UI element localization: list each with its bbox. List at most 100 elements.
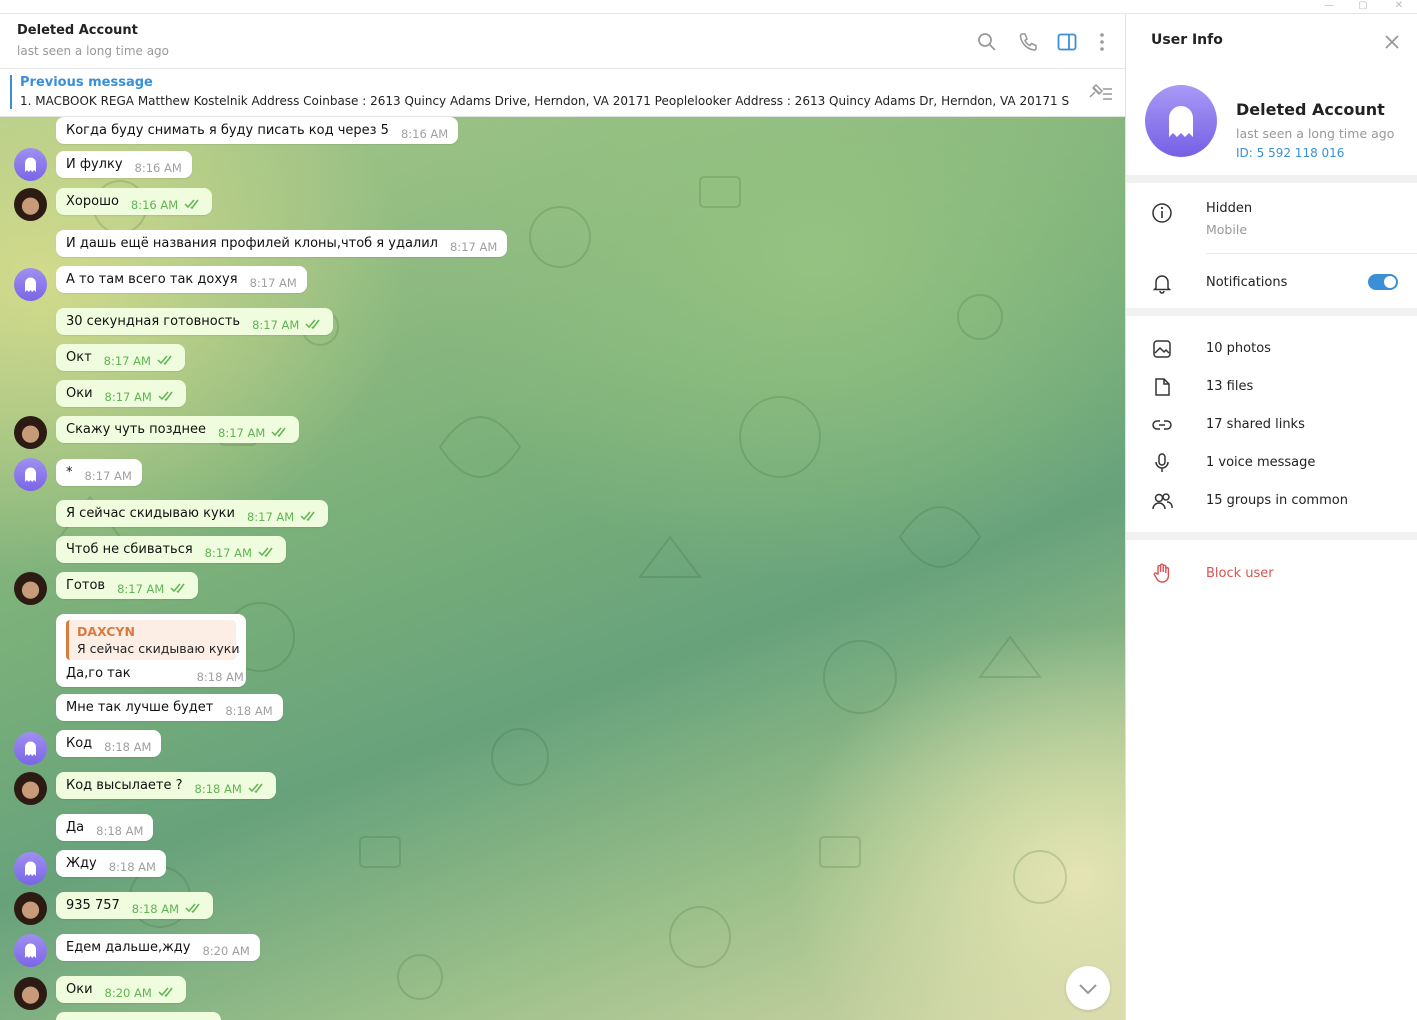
message-bubble-outgoing[interactable]: Готов 8:17 AM: [56, 572, 199, 599]
contact-avatar[interactable]: [14, 852, 47, 885]
scroll-down-button[interactable]: [1066, 966, 1110, 1010]
double-check-icon: [271, 427, 286, 437]
message-text: Едем дальше,жду: [66, 940, 191, 955]
message-time: 8:18 AM: [131, 902, 180, 916]
contact-avatar[interactable]: [14, 934, 47, 967]
groups-in-common[interactable]: 15 groups in common: [1206, 493, 1348, 508]
pin-list-icon[interactable]: [1086, 81, 1114, 103]
message-bubble[interactable]: Жду 8:18 AM: [56, 850, 166, 877]
ghost-icon: [25, 467, 36, 482]
user-avatar[interactable]: [14, 892, 47, 925]
close-window-button[interactable]: ✕: [1384, 0, 1414, 14]
search-icon[interactable]: [976, 31, 998, 53]
message-bubble[interactable]: А то там всего так дохуя 8:17 AM: [56, 266, 307, 293]
divider: [1126, 175, 1417, 183]
message-text: 30 секундная готовность: [66, 314, 241, 329]
user-avatar[interactable]: [14, 977, 47, 1010]
chat-header[interactable]: Deleted Account last seen a long time ag…: [0, 14, 1125, 69]
message-time: 8:18 AM: [104, 740, 152, 754]
sidebar-toggle-icon[interactable]: [1056, 31, 1078, 53]
contact-avatar[interactable]: [14, 732, 47, 765]
message-text: Когда буду снимать я буду писать код чер…: [66, 123, 389, 138]
message-time: 8:17 AM: [104, 390, 152, 404]
chat-title[interactable]: Deleted Account: [17, 23, 138, 38]
message-bubble-outgoing[interactable]: 30 секундная готовность 8:17 AM: [56, 308, 334, 335]
message-bubble[interactable]: Код 8:18 AM: [56, 730, 162, 757]
profile-name: Deleted Account: [1236, 100, 1385, 119]
reply-quote[interactable]: DAXCYN Я сейчас скидываю куки: [66, 620, 239, 660]
hand-block-icon: [1153, 563, 1170, 583]
message-bubble[interactable]: Да 8:18 AM: [56, 814, 154, 841]
ghost-icon: [25, 741, 36, 756]
message-bubble-partial[interactable]: [56, 1012, 221, 1020]
message-bubble[interactable]: И фулку 8:16 AM: [56, 151, 192, 178]
shared-photos[interactable]: 10 photos: [1206, 341, 1271, 356]
message-text: Я сейчас скидываю куки: [66, 506, 235, 521]
maximize-button[interactable]: ▢: [1348, 0, 1378, 14]
message-bubble-outgoing[interactable]: 935 757 8:18 AM: [56, 892, 214, 919]
microphone-icon: [1155, 453, 1169, 472]
notifications-toggle[interactable]: [1368, 274, 1398, 290]
profile-id[interactable]: ID: 5 592 118 016: [1236, 146, 1344, 160]
ghost-icon: [25, 277, 36, 292]
double-check-icon: [305, 319, 320, 329]
double-check-icon: [300, 511, 315, 521]
message-text: 935 757: [66, 898, 120, 913]
message-text: Да,го так: [66, 666, 131, 681]
close-icon[interactable]: [1382, 32, 1402, 52]
pinned-message[interactable]: Previous message 1. MACBOOK REGA Matthew…: [0, 69, 1125, 117]
message-bubble[interactable]: Когда буду снимать я буду писать код чер…: [56, 117, 459, 144]
message-time: 8:18 AM: [194, 782, 242, 796]
voice-messages[interactable]: 1 voice message: [1206, 455, 1315, 470]
minimize-button[interactable]: —: [1314, 0, 1344, 14]
message-bubble[interactable]: И дашь ещё названия профилей клоны,чтоб …: [56, 230, 508, 257]
message-bubble[interactable]: Мне так лучше будет 8:18 AM: [56, 694, 283, 721]
phone-label: Mobile: [1206, 222, 1248, 237]
user-avatar[interactable]: [14, 416, 47, 449]
message-bubble-outgoing[interactable]: Код высылаете ? 8:18 AM: [56, 772, 276, 799]
double-check-icon: [158, 987, 173, 997]
message-bubble[interactable]: * 8:17 AM: [56, 459, 142, 486]
block-user-button[interactable]: Block user: [1206, 566, 1274, 581]
message-time: 8:18 AM: [96, 824, 144, 838]
message-bubble-outgoing[interactable]: Оки 8:20 AM: [56, 976, 186, 1003]
message-bubble-outgoing[interactable]: Хорошо 8:16 AM: [56, 188, 213, 215]
user-avatar[interactable]: [14, 772, 47, 805]
shared-files[interactable]: 13 files: [1206, 379, 1253, 394]
message-bubble-outgoing[interactable]: Оки 8:17 AM: [56, 380, 186, 407]
phone-value[interactable]: Hidden: [1206, 201, 1252, 216]
ghost-icon: [25, 157, 36, 172]
chevron-down-icon: [1079, 984, 1097, 995]
user-avatar[interactable]: [14, 188, 47, 221]
message-bubble-outgoing[interactable]: Окт 8:17 AM: [56, 344, 185, 371]
message-bubble-outgoing[interactable]: Я сейчас скидываю куки 8:17 AM: [56, 500, 329, 527]
profile-avatar[interactable]: [1145, 85, 1217, 157]
group-icon: [1152, 493, 1173, 510]
message-text: Код: [66, 736, 93, 751]
double-check-icon: [248, 783, 263, 793]
contact-avatar[interactable]: [14, 458, 47, 491]
contact-avatar[interactable]: [14, 148, 47, 181]
contact-avatar[interactable]: [14, 268, 47, 301]
message-bubble-reply[interactable]: DAXCYN Я сейчас скидываю куки Да,го так 8…: [56, 614, 246, 687]
message-bubble-outgoing[interactable]: Скажу чуть позднее 8:17 AM: [56, 416, 300, 443]
message-time: 8:16 AM: [400, 127, 449, 141]
profile-last-seen: last seen a long time ago: [1236, 126, 1395, 141]
bell-icon: [1152, 275, 1172, 294]
message-bubble[interactable]: Едем дальше,жду 8:20 AM: [56, 934, 260, 961]
message-time: 8:17 AM: [249, 276, 297, 290]
double-check-icon: [158, 391, 173, 401]
user-avatar[interactable]: [14, 572, 47, 605]
more-icon[interactable]: [1091, 31, 1113, 53]
message-text: Оки: [66, 386, 93, 401]
message-time: 8:18 AM: [225, 704, 273, 718]
ghost-icon: [25, 943, 36, 958]
shared-links[interactable]: 17 shared links: [1206, 417, 1305, 432]
file-icon: [1155, 378, 1170, 396]
chat-area: Deleted Account last seen a long time ag…: [0, 14, 1125, 1020]
message-text: И фулку: [66, 157, 123, 172]
message-text: Оки: [66, 982, 93, 997]
message-bubble-outgoing[interactable]: Чтоб не сбиваться 8:17 AM: [56, 536, 286, 563]
phone-icon[interactable]: [1017, 31, 1039, 53]
double-check-icon: [184, 199, 199, 209]
